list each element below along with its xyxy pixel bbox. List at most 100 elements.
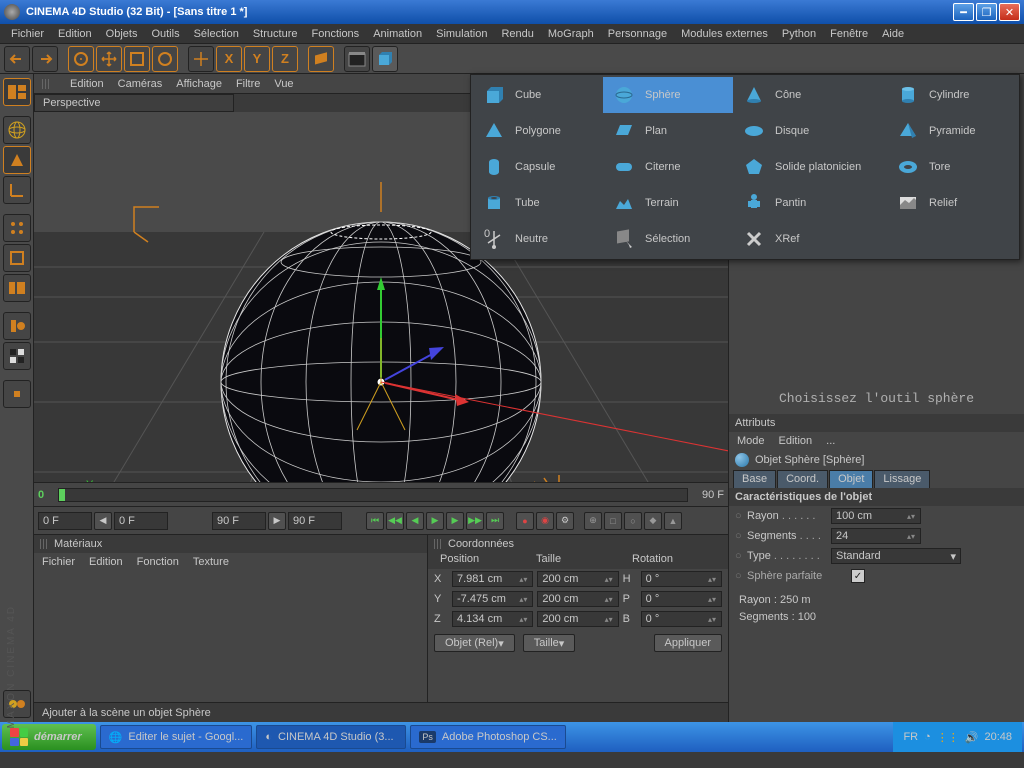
clock[interactable]: 20:48 [984,731,1012,743]
prim-tank[interactable]: Citerne [603,149,733,185]
minimize-button[interactable]: ━ [953,3,974,21]
rotate-tool[interactable] [152,46,178,72]
range-end-field[interactable]: 90 F [212,512,266,530]
wifi-icon[interactable]: ⋮⋮ [937,731,959,744]
redo-button[interactable] [32,46,58,72]
key-pos-button[interactable]: ⊕ [584,512,602,530]
timeline[interactable]: 0 90 F [34,482,728,506]
menu-edition[interactable]: Edition [51,28,99,40]
scale-tool[interactable] [124,46,150,72]
tab-base[interactable]: Base [733,470,776,488]
world-mode-button[interactable] [308,46,334,72]
close-button[interactable]: ✕ [999,3,1020,21]
menu-animation[interactable]: Animation [366,28,429,40]
last-tool[interactable] [188,46,214,72]
point-mode-button[interactable] [3,214,31,242]
tab-objet[interactable]: Objet [829,470,873,488]
play-button[interactable]: ▶ [426,512,444,530]
coord-z-pos[interactable]: 4.134 cm▴▾ [452,611,533,627]
prev-frame-button[interactable]: ◀ [406,512,424,530]
attr-menu-edition[interactable]: Edition [779,435,813,447]
coord-x-size[interactable]: 200 cm▴▾ [537,571,618,587]
view-affichage[interactable]: Affichage [176,78,222,90]
prim-plane[interactable]: Plan [603,113,733,149]
texture-button[interactable] [3,342,31,370]
axis-y-button[interactable]: Y [244,46,270,72]
layout-button[interactable] [3,78,31,106]
model-mode-button[interactable] [3,146,31,174]
key-param-button[interactable]: ◆ [644,512,662,530]
view-filtre[interactable]: Filtre [236,78,260,90]
menu-fichier[interactable]: Fichier [4,28,51,40]
menu-personnage[interactable]: Personnage [601,28,674,40]
prim-sphere[interactable]: Sphère [603,77,733,113]
menu-modules[interactable]: Modules externes [674,28,775,40]
tab-lissage[interactable]: Lissage [874,470,930,488]
prim-figure[interactable]: Pantin [733,185,887,221]
tray-icon[interactable]: ◔ [924,731,931,743]
undo-button[interactable] [4,46,30,72]
prim-cone[interactable]: Cône [733,77,887,113]
mat-menu-edition[interactable]: Edition [89,556,123,568]
menu-fonctions[interactable]: Fonctions [304,28,366,40]
menu-simulation[interactable]: Simulation [429,28,494,40]
tab-coord[interactable]: Coord. [777,470,828,488]
prev-key-button[interactable]: ◀◀ [386,512,404,530]
attr-menu-mode[interactable]: Mode [737,435,765,447]
mat-menu-fichier[interactable]: Fichier [42,556,75,568]
view-vue[interactable]: Vue [274,78,293,90]
menu-objets[interactable]: Objets [99,28,145,40]
current-frame-field[interactable]: 0 F [114,512,168,530]
edge-mode-button[interactable] [3,244,31,272]
menu-python[interactable]: Python [775,28,823,40]
globe-icon[interactable] [3,116,31,144]
menu-outils[interactable]: Outils [144,28,186,40]
select-tool[interactable] [68,46,94,72]
prop-segments-field[interactable]: 24▴▾ [831,528,921,544]
task-c4d[interactable]: ◐CINEMA 4D Studio (3... [256,725,406,749]
prim-capsule[interactable]: Capsule [473,149,603,185]
coord-b-value[interactable]: 0 °▴▾ [641,611,722,627]
menu-aide[interactable]: Aide [875,28,911,40]
axis-z-button[interactable]: Z [272,46,298,72]
poly-mode-button[interactable] [3,274,31,302]
prop-perfect-checkbox[interactable]: ✓ [851,569,865,583]
add-primitive-button[interactable] [372,46,398,72]
menu-fenetre[interactable]: Fenêtre [823,28,875,40]
prim-torus[interactable]: Tore [887,149,1017,185]
prim-polygon[interactable]: Polygone [473,113,603,149]
autokey-button[interactable]: ◉ [536,512,554,530]
render-view-button[interactable] [344,46,370,72]
coord-y-pos[interactable]: -7.475 cm▴▾ [452,591,533,607]
snap-button[interactable] [3,380,31,408]
system-tray[interactable]: FR ◔ ⋮⋮ 🔊 20:48 [893,722,1022,752]
range-start-field[interactable]: 0 F [38,512,92,530]
axis-x-button[interactable]: X [216,46,242,72]
menu-mograph[interactable]: MoGraph [541,28,601,40]
coord-z-size[interactable]: 200 cm▴▾ [537,611,618,627]
prim-null[interactable]: 0Neutre [473,221,603,257]
axis-mode-button[interactable] [3,176,31,204]
prim-tube[interactable]: Tube [473,185,603,221]
coord-mode2-dropdown[interactable]: Taille ▾ [523,634,576,652]
key-pla-button[interactable]: ▲ [664,512,682,530]
view-edition[interactable]: Edition [70,78,104,90]
maximize-button[interactable]: ❐ [976,3,997,21]
prim-cylinder[interactable]: Cylindre [887,77,1017,113]
move-tool[interactable] [96,46,122,72]
task-photoshop[interactable]: PsAdobe Photoshop CS... [410,725,565,749]
prim-selection[interactable]: Sélection [603,221,733,257]
coord-p-value[interactable]: 0 °▴▾ [641,591,722,607]
prim-platonic[interactable]: Solide platonicien [733,149,887,185]
timeline-scrubber[interactable] [58,488,688,502]
attr-menu-more[interactable]: ... [826,435,835,447]
keyoptions-button[interactable]: ⚙ [556,512,574,530]
menu-selection[interactable]: Sélection [187,28,246,40]
prim-disc[interactable]: Disque [733,113,887,149]
range-next-icon[interactable]: ▶ [268,512,286,530]
uv-button[interactable] [3,312,31,340]
prim-cube[interactable]: Cube [473,77,603,113]
next-key-button[interactable]: ▶▶ [466,512,484,530]
menu-structure[interactable]: Structure [246,28,305,40]
menu-rendu[interactable]: Rendu [494,28,540,40]
